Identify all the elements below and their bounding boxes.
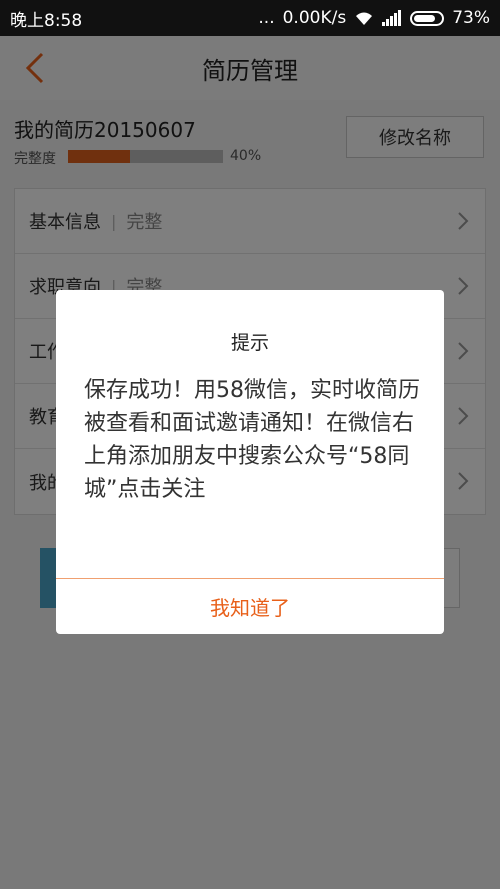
status-time: 晚上8:58 xyxy=(10,10,83,31)
signal-icon xyxy=(382,10,402,26)
status-dots: ... xyxy=(258,8,275,28)
dialog-title: 提示 xyxy=(230,332,269,354)
status-bar: 晚上8:58 ... 0.00K/s 73% xyxy=(0,0,500,36)
dialog-message: 保存成功！用58微信，实时收简历被查看和面试邀请通知！在微信右上角添加朋友中搜索… xyxy=(84,378,420,502)
status-right: ... 0.00K/s 73% xyxy=(258,8,490,28)
alert-dialog: 提示 保存成功！用58微信，实时收简历被查看和面试邀请通知！在微信右上角添加朋友… xyxy=(56,290,444,634)
network-speed: 0.00K/s xyxy=(282,8,347,28)
dismiss-button[interactable]: 我知道了 xyxy=(56,579,444,634)
wifi-icon xyxy=(354,10,374,26)
battery-percent: 73% xyxy=(452,8,490,28)
battery-icon xyxy=(410,10,445,26)
